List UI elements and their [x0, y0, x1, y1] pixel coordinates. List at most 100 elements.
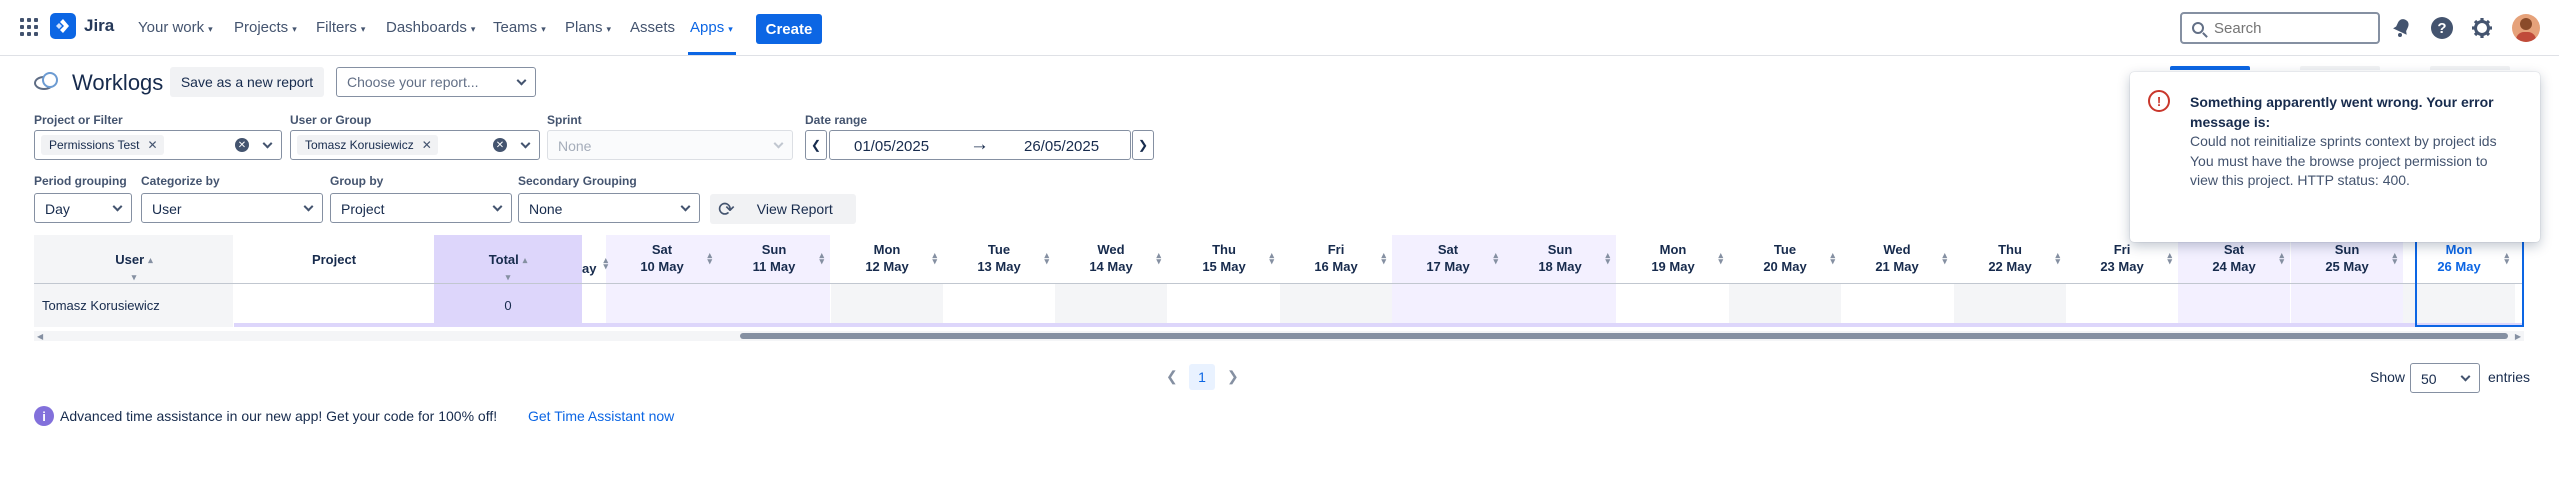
col-header-day[interactable]: Fri 16 May ▴ ▾: [1280, 235, 1392, 282]
prev-page-icon[interactable]: ❮: [1166, 368, 1178, 385]
nav-assets[interactable]: Assets: [630, 19, 675, 36]
nav-filters[interactable]: Filters ▾: [316, 19, 365, 36]
report-select[interactable]: Choose your report...: [336, 67, 536, 97]
col-header-day[interactable]: Mon 19 May ▴ ▾: [1617, 235, 1729, 282]
user-avatar[interactable]: [2512, 14, 2540, 42]
chip-label: Permissions Test: [49, 138, 140, 152]
hidden-secondary-button[interactable]: [2300, 66, 2380, 70]
sort-icon: ▴ ▾: [1269, 250, 1274, 266]
project-filter-select[interactable]: Permissions Test ✕ ✕: [34, 130, 282, 160]
col-header-day[interactable]: Mon 12 May ▴ ▾: [831, 235, 943, 282]
col-header-day[interactable]: Tue 13 May ▴ ▾: [943, 235, 1055, 282]
sort-icon: ▴ ▾: [1493, 250, 1498, 266]
error-flag-title: Something apparently went wrong. Your er…: [2190, 94, 2494, 130]
active-nav-indicator: [688, 52, 736, 55]
horizontal-scrollbar[interactable]: ◀ ▶: [34, 331, 2524, 341]
jira-logo-icon: [50, 13, 76, 39]
user-chip: Tomasz Korusiewicz ✕: [297, 135, 438, 155]
col-header-day[interactable]: Fri 23 May ▴ ▾: [2066, 235, 2178, 282]
col-header-day[interactable]: Sat 24 May ▴ ▾: [2178, 235, 2290, 282]
col-header-day[interactable]: Sun 11 May ▴ ▾: [718, 235, 830, 282]
hidden-primary-button[interactable]: [2170, 66, 2250, 70]
col-header-day[interactable]: Wed 14 May ▴ ▾: [1055, 235, 1167, 282]
day-of-week: Sat: [651, 242, 673, 257]
sort-icon: ▴ ▾: [1156, 250, 1161, 266]
remove-chip-icon[interactable]: ✕: [147, 138, 157, 152]
day-date: 14 May: [1089, 259, 1133, 274]
date-prev-button[interactable]: ❮: [805, 130, 827, 160]
sort-icon: ▴ ▾: [2279, 250, 2284, 266]
col-header-day[interactable]: Sat 17 May ▴ ▾: [1392, 235, 1504, 282]
jira-logo[interactable]: Jira: [50, 13, 114, 39]
chevron-down-icon: ▾: [292, 24, 297, 34]
nav-dashboards[interactable]: Dashboards ▾: [386, 19, 475, 36]
settings-gear-icon[interactable]: [2470, 16, 2494, 40]
hidden-secondary-button[interactable]: [2430, 66, 2510, 70]
day-date: 24 May: [2212, 259, 2256, 274]
search-input[interactable]: [2214, 19, 2364, 37]
nav-label: Dashboards: [386, 19, 467, 36]
nav-plans[interactable]: Plans ▾: [565, 19, 611, 36]
nav-your-work[interactable]: Your work ▾: [138, 19, 213, 36]
day-of-week: Sat: [2223, 242, 2245, 257]
col-header-label: User: [115, 252, 145, 267]
clear-icon[interactable]: ✕: [235, 138, 249, 152]
date-to[interactable]: 26/05/2025: [1024, 138, 1099, 155]
secondary-grouping-value: None: [529, 201, 563, 217]
col-header-day[interactable]: Sun 25 May ▴ ▾: [2291, 235, 2403, 282]
scroll-left-icon[interactable]: ◀: [37, 332, 43, 341]
report-select-placeholder: Choose your report...: [347, 74, 479, 90]
col-header-day[interactable]: Thu 22 May ▴ ▾: [1954, 235, 2066, 282]
create-button[interactable]: Create: [756, 14, 822, 44]
view-report-label: View Report: [756, 201, 833, 217]
time-assistant-link[interactable]: Get Time Assistant now: [528, 408, 674, 424]
sprint-placeholder: None: [558, 138, 592, 154]
clear-icon[interactable]: ✕: [493, 138, 507, 152]
col-header-user[interactable]: User ▴ ▾: [34, 235, 234, 282]
col-header-day[interactable]: Sun 18 May ▴ ▾: [1504, 235, 1616, 282]
day-of-week: Sun: [2334, 242, 2360, 257]
date-from[interactable]: 01/05/2025: [854, 138, 929, 155]
search-box[interactable]: [2180, 12, 2380, 44]
page-size-select[interactable]: 50: [2410, 363, 2480, 393]
error-flag-message: Could not reinitialize sprints context b…: [2190, 133, 2497, 188]
remove-chip-icon[interactable]: ✕: [422, 138, 432, 152]
group-by-select[interactable]: Project: [330, 193, 512, 223]
view-report-button[interactable]: ⟳ View Report: [710, 194, 856, 224]
sprint-filter-label: Sprint: [547, 113, 582, 127]
refresh-icon: ⟳: [718, 198, 735, 221]
categorize-by-select[interactable]: User: [141, 193, 323, 223]
save-report-button[interactable]: Save as a new report: [170, 67, 324, 97]
user-filter-label: User or Group: [290, 113, 372, 127]
day-date: 16 May: [1314, 259, 1358, 274]
nav-projects[interactable]: Projects ▾: [234, 19, 297, 36]
next-page-icon[interactable]: ❯: [1227, 368, 1239, 385]
period-grouping-select[interactable]: Day: [34, 193, 132, 223]
scroll-right-icon[interactable]: ▶: [2515, 332, 2521, 341]
nav-teams[interactable]: Teams ▾: [493, 19, 546, 36]
chevron-down-icon: ▾: [606, 24, 612, 34]
help-icon[interactable]: ?: [2430, 16, 2454, 40]
secondary-grouping-select[interactable]: None: [518, 193, 700, 223]
chip-label: Tomasz Korusiewicz: [305, 138, 414, 152]
sort-icon: ▴ ▾: [932, 250, 937, 266]
user-filter-select[interactable]: Tomasz Korusiewicz ✕ ✕: [290, 130, 540, 160]
col-header-total[interactable]: Total ▴ ▾: [434, 235, 582, 282]
promo-text: Advanced time assistance in our new app!…: [60, 408, 498, 424]
date-next-button[interactable]: ❯: [1132, 130, 1154, 160]
chevron-down-icon: [2460, 371, 2471, 382]
nav-apps[interactable]: Apps ▾: [690, 19, 733, 36]
col-header-day[interactable]: Sat 10 May ▴ ▾: [606, 235, 718, 282]
notifications-icon[interactable]: [2390, 16, 2414, 40]
app-switcher-icon[interactable]: [20, 18, 38, 36]
col-header-day[interactable]: Wed 21 May ▴ ▾: [1841, 235, 1953, 282]
show-label: Show: [2370, 369, 2406, 385]
project-filter-label: Project or Filter: [34, 113, 123, 127]
date-range-picker[interactable]: 01/05/2025 → 26/05/2025: [829, 130, 1131, 160]
chevron-down-icon: [516, 75, 527, 86]
page-number-current[interactable]: 1: [1189, 364, 1215, 390]
scroll-thumb[interactable]: [740, 333, 2508, 339]
col-header-day[interactable]: Thu 15 May ▴ ▾: [1168, 235, 1280, 282]
chevron-down-icon: ▾: [470, 24, 476, 34]
col-header-day[interactable]: Tue 20 May ▴ ▾: [1729, 235, 1841, 282]
